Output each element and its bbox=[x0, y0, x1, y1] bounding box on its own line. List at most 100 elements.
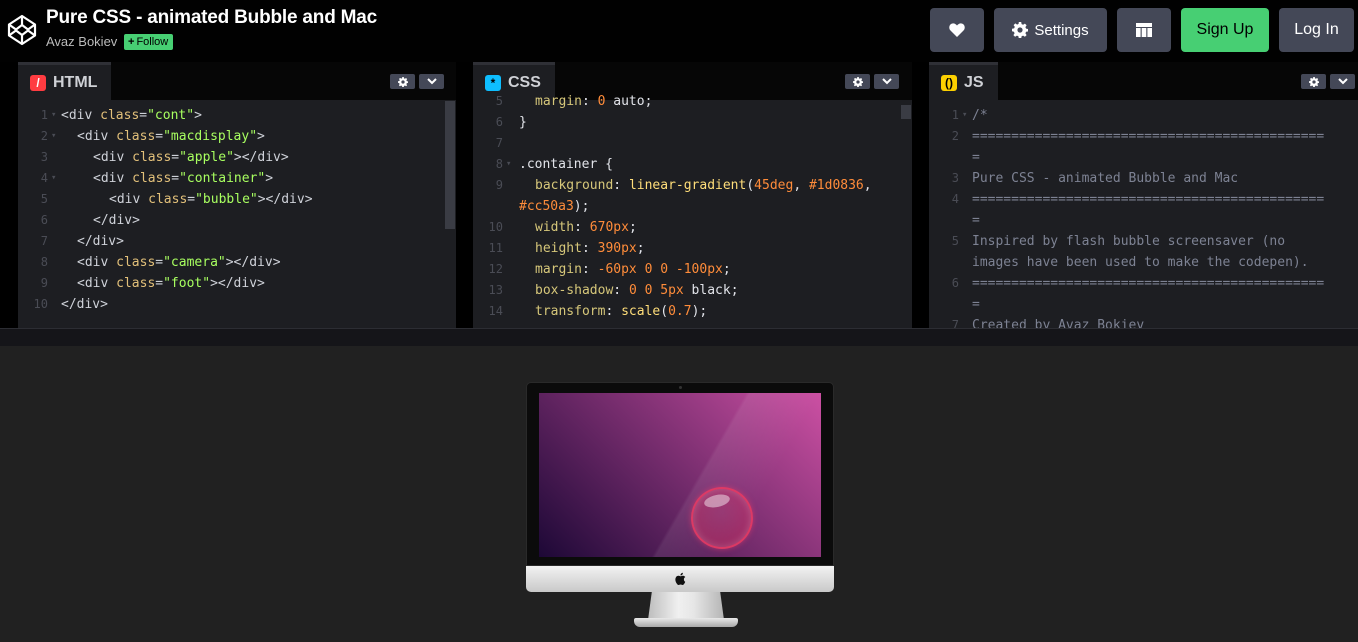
screen-shine bbox=[539, 393, 821, 557]
sign-up-button[interactable]: Sign Up bbox=[1181, 8, 1269, 52]
change-view-button[interactable] bbox=[1117, 8, 1171, 52]
code-line[interactable]: 2 ▾ <div class="macdisplay"> bbox=[18, 126, 456, 147]
code-text: <div class="apple"></div> bbox=[93, 150, 289, 165]
js-collapse-button[interactable] bbox=[1330, 74, 1355, 89]
code-text: = bbox=[972, 150, 980, 165]
code-text: width: 670px; bbox=[535, 220, 637, 235]
mac-stand-foot bbox=[634, 618, 738, 627]
css-scrollbar[interactable] bbox=[901, 105, 911, 119]
gear-icon bbox=[397, 76, 408, 87]
log-in-button[interactable]: Log In bbox=[1279, 8, 1354, 52]
line-number: 7 bbox=[495, 136, 503, 150]
gear-icon bbox=[1308, 76, 1319, 87]
html-scrollbar[interactable] bbox=[445, 101, 455, 229]
css-asterisk-icon: * bbox=[485, 74, 501, 91]
js-editor[interactable]: () JS 1 ▾/* 2 =============================… bbox=[929, 62, 1358, 328]
code-text: images have been used to make the codepe… bbox=[972, 255, 1309, 270]
gear-icon bbox=[852, 76, 863, 87]
apple-icon bbox=[675, 572, 686, 586]
code-line[interactable]: 6 =======================================… bbox=[929, 273, 1358, 294]
html-settings-button[interactable] bbox=[390, 74, 415, 89]
code-line[interactable]: images have been used to make the codepe… bbox=[929, 252, 1358, 273]
code-line[interactable]: 10 </div> bbox=[18, 294, 456, 315]
chevron-down-icon bbox=[881, 78, 892, 85]
fold-arrow-icon[interactable]: ▾ bbox=[51, 168, 56, 189]
resize-divider[interactable] bbox=[0, 328, 1358, 346]
fold-arrow-icon[interactable]: ▾ bbox=[962, 105, 967, 126]
tab-html-label: HTML bbox=[53, 73, 98, 91]
fold-arrow-icon[interactable]: ▾ bbox=[51, 126, 56, 147]
code-text: /* bbox=[972, 108, 988, 123]
line-number: 5 bbox=[40, 192, 48, 206]
code-line[interactable]: 10 width: 670px; bbox=[473, 217, 912, 238]
camera-dot bbox=[679, 386, 682, 389]
code-line[interactable]: = bbox=[929, 294, 1358, 315]
tab-html[interactable]: / HTML bbox=[18, 62, 112, 100]
code-text: margin: 0 auto; bbox=[535, 94, 653, 109]
line-number: 12 bbox=[488, 262, 503, 276]
code-line[interactable]: #cc50a3); bbox=[473, 196, 912, 217]
js-settings-button[interactable] bbox=[1301, 74, 1326, 89]
css-settings-button[interactable] bbox=[845, 74, 870, 89]
html-editor[interactable]: / HTML 1 ▾ <div class="cont"> 2 ▾ <div class=… bbox=[18, 62, 456, 328]
settings-button[interactable]: Settings bbox=[994, 8, 1107, 52]
tab-css-label: CSS bbox=[508, 73, 541, 91]
code-line[interactable]: 13 box-shadow: 0 0 5px black; bbox=[473, 280, 912, 301]
code-line[interactable]: 1 ▾ <div class="cont"> bbox=[18, 105, 456, 126]
line-number: 8 bbox=[495, 157, 503, 171]
code-line[interactable]: 5 Inspired by flash bubble screensaver (n… bbox=[929, 231, 1358, 252]
code-text: ========================================… bbox=[972, 192, 1325, 207]
tab-js-label: JS bbox=[964, 73, 984, 91]
line-number: 6 bbox=[951, 276, 959, 290]
code-line[interactable]: = bbox=[929, 147, 1358, 168]
code-line[interactable]: 14 transform: scale(0.7); bbox=[473, 301, 912, 322]
code-text: Inspired by flash bubble screensaver (no bbox=[972, 234, 1286, 249]
line-number: 7 bbox=[40, 234, 48, 248]
html-slash-icon: / bbox=[30, 74, 46, 91]
love-button[interactable] bbox=[930, 8, 984, 52]
code-line[interactable]: 9 <div class="foot"></div> bbox=[18, 273, 456, 294]
code-line[interactable]: = bbox=[929, 210, 1358, 231]
line-number: 10 bbox=[33, 297, 48, 311]
preview-pane bbox=[0, 346, 1358, 642]
follow-button[interactable]: + Follow bbox=[124, 34, 174, 50]
editors-panel: / HTML 1 ▾ <div class="cont"> 2 ▾ <div class=… bbox=[0, 62, 1358, 328]
fold-arrow-icon[interactable]: ▾ bbox=[506, 154, 511, 175]
code-text: ========================================… bbox=[972, 129, 1325, 144]
code-line[interactable]: 5 margin: 0 auto; bbox=[473, 91, 912, 112]
code-line[interactable]: 9 background: linear-gradient(45deg, #1d0… bbox=[473, 175, 912, 196]
tab-js[interactable]: () JS bbox=[929, 62, 998, 100]
code-text: </div> bbox=[61, 297, 108, 312]
code-line[interactable]: 1 ▾ /* bbox=[929, 105, 1358, 126]
code-line[interactable]: 12 margin: -60px 0 0 -100px; bbox=[473, 259, 912, 280]
code-line[interactable]: 7 bbox=[473, 133, 912, 154]
code-line[interactable]: 7 </div> bbox=[18, 231, 456, 252]
css-editor[interactable]: * CSS 5 margin: 0 auto; 6} 7 8 ▾ .container {9… bbox=[473, 62, 912, 328]
code-line[interactable]: 7 Created by Avaz Bokiev bbox=[929, 315, 1358, 328]
code-line[interactable]: 8 <div class="camera"></div> bbox=[18, 252, 456, 273]
code-line[interactable]: 11 height: 390px; bbox=[473, 238, 912, 259]
code-line[interactable]: 6} bbox=[473, 112, 912, 133]
fold-arrow-icon[interactable]: ▾ bbox=[51, 105, 56, 126]
codepen-logo-icon[interactable] bbox=[6, 14, 38, 46]
code-line[interactable]: 2 =======================================… bbox=[929, 126, 1358, 147]
mac-screen bbox=[539, 393, 821, 557]
code-line[interactable]: 4 =======================================… bbox=[929, 189, 1358, 210]
code-line[interactable]: 8 ▾ .container { bbox=[473, 154, 912, 175]
pen-title[interactable]: Pure CSS - animated Bubble and Mac bbox=[46, 7, 377, 29]
line-number: 10 bbox=[488, 220, 503, 234]
code-line[interactable]: 4 ▾ <div class="container"> bbox=[18, 168, 456, 189]
author-name[interactable]: Avaz Bokiev bbox=[46, 34, 117, 49]
css-collapse-button[interactable] bbox=[874, 74, 899, 89]
code-line[interactable]: 3 <div class="apple"></div> bbox=[18, 147, 456, 168]
code-line[interactable]: 6 </div> bbox=[18, 210, 456, 231]
code-text: <div class="container"> bbox=[93, 171, 274, 186]
code-line[interactable]: 3 Pure CSS - animated Bubble and Mac bbox=[929, 168, 1358, 189]
code-text: <div class="foot"></div> bbox=[77, 276, 265, 291]
code-line[interactable]: 5 <div class="bubble"></div> bbox=[18, 189, 456, 210]
html-collapse-button[interactable] bbox=[419, 74, 444, 89]
code-text: #cc50a3); bbox=[519, 199, 590, 214]
gear-icon bbox=[1012, 22, 1029, 38]
line-number: 9 bbox=[495, 178, 503, 192]
line-number: 8 bbox=[40, 255, 48, 269]
